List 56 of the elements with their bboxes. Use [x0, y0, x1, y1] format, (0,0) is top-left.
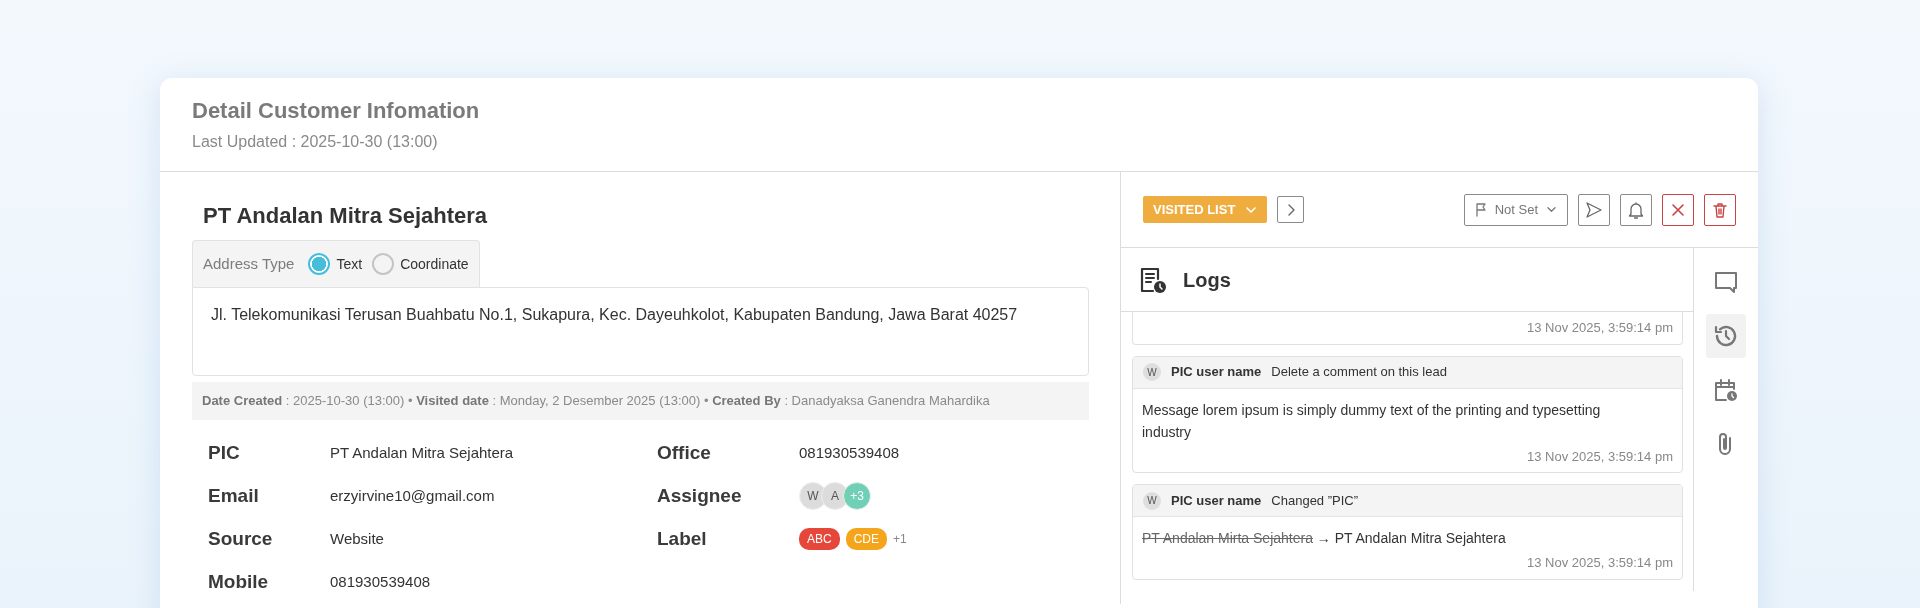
page-title: Detail Customer Infomation: [192, 98, 481, 124]
address-type-label: Address Type: [203, 253, 295, 274]
last-updated-text: Last Updated : 2025-10-30 (13:00): [192, 132, 439, 152]
field-label: PIC: [208, 440, 241, 465]
arrow-text: →: [1316, 530, 1331, 546]
chevron-right-icon: [1286, 203, 1295, 216]
history-icon: [1713, 323, 1739, 349]
next-button[interactable]: [1277, 196, 1305, 223]
bell-icon: [1627, 200, 1645, 219]
log-icon: [1139, 265, 1167, 294]
log-timestamp: 13 Nov 2025, 3:59:14 pm: [1526, 554, 1674, 572]
log-timestamp: 13 Nov 2025, 3:59:14 pm: [1526, 319, 1674, 337]
field-value: erzyirvine10@gmail.com: [330, 485, 495, 506]
field-value: PT Andalan Mitra Sejahtera: [330, 442, 514, 463]
radio-option[interactable]: Text: [308, 253, 363, 275]
delete-button[interactable]: [1704, 193, 1736, 226]
user-name: PIC user name: [1171, 363, 1262, 382]
field-label: Email: [208, 483, 260, 508]
more-count: +1: [893, 531, 907, 548]
new-value: PT Andalan Mitra Sejahtera: [1334, 530, 1506, 546]
calendar-clock-icon: [1713, 377, 1739, 403]
avatar-count: +3: [843, 482, 871, 510]
old-value: PT Andalan Mirta Sejahtera: [1142, 530, 1313, 546]
user-name: PIC user name: [1171, 491, 1262, 510]
close-button[interactable]: [1662, 193, 1694, 226]
address-text: Jl. Telekomunikasi Terusan Buahbatu No.1, Sukapura, Kec. Dayeuhkolot, Kabupaten Bandung, Jawa Barat 40257: [192, 287, 1089, 376]
field-label: Mobile: [208, 569, 270, 594]
field-value: Website: [330, 528, 384, 549]
log-message: Message lorem ipsum is simply dummy text of the printing and typesetting industry: [1141, 400, 1602, 442]
chat-icon: [1713, 269, 1739, 295]
meta-info-text: Date Created : 2025-10-30 (13:00) • Visited date : Monday, 2 Desember 2025 (13:00) • Created By : Danadyaksa Ganendra Mahardika: [192, 382, 1089, 420]
log-timestamp: 13 Nov 2025, 3:59:14 pm: [1526, 447, 1674, 466]
caret-icon: [1546, 206, 1557, 213]
notification-button[interactable]: [1620, 193, 1652, 226]
label-tag: ABC: [799, 528, 840, 550]
company-name: PT Andalan Mitra Sejahtera: [203, 202, 489, 230]
send-button[interactable]: [1578, 193, 1610, 226]
radio-option[interactable]: Coordinate: [372, 253, 469, 275]
field-label: Label: [657, 526, 708, 551]
flag-icon: [1474, 202, 1487, 217]
trash-icon: [1711, 200, 1729, 219]
field-label: Office: [657, 440, 712, 465]
send-icon: [1585, 200, 1603, 219]
field-value: 081930539408: [799, 442, 900, 463]
log-action: Delete a comment on this lead: [1271, 363, 1447, 382]
field-value: 081930539408: [330, 571, 431, 592]
label-tag: CDE: [845, 528, 888, 550]
logs-title: Logs: [1183, 267, 1231, 293]
field-label: Assignee: [657, 483, 743, 508]
avatar: W: [1143, 363, 1161, 381]
side-tab[interactable]: [1706, 314, 1746, 358]
priority-dropdown[interactable]: Not Set: [1463, 193, 1568, 226]
log-action: Changed ”PIC”: [1271, 491, 1359, 510]
avatar: W: [1143, 491, 1161, 510]
field-label: Source: [208, 526, 274, 551]
caret-icon: [1245, 205, 1258, 214]
